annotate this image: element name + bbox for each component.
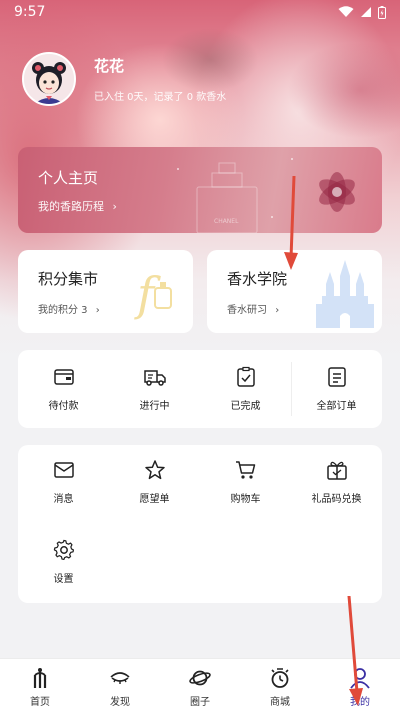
- tab-circle[interactable]: 圈子: [160, 659, 240, 711]
- tab-mine[interactable]: 我的: [320, 659, 400, 711]
- svg-text:CHANEL: CHANEL: [214, 218, 239, 225]
- perfume-academy-subtitle: 香水研习 ›: [227, 305, 280, 316]
- order-pending-payment[interactable]: 待付款: [18, 350, 109, 428]
- perfume-f-decoration: f: [134, 267, 172, 321]
- profile-name: 花花: [94, 57, 125, 75]
- services-panel: 消息 愿望单 购物车 礼品码兑换 设置: [18, 445, 382, 603]
- gift-icon: [326, 461, 347, 480]
- star-icon: [144, 460, 165, 480]
- bottom-tab-bar: 首页 发现 圈子 商城 我的: [0, 658, 400, 711]
- points-market-title: 积分集市: [38, 270, 99, 288]
- status-time: 9:57: [14, 4, 46, 20]
- perfume-bottle-decoration: CHANEL: [177, 158, 355, 233]
- service-cart[interactable]: 购物车: [200, 459, 291, 539]
- profile-icon: [350, 668, 370, 689]
- chevron-right-icon: ›: [275, 305, 280, 316]
- svg-text:f: f: [134, 267, 161, 321]
- eye-icon: [110, 672, 130, 684]
- home-icon: [33, 668, 47, 688]
- order-completed[interactable]: 已完成: [200, 350, 291, 428]
- personal-home-title: 个人主页: [38, 169, 99, 187]
- tab-home[interactable]: 首页: [0, 659, 80, 711]
- service-settings[interactable]: 设置: [18, 539, 109, 619]
- gear-icon: [53, 539, 74, 561]
- perfume-academy-title: 香水学院: [227, 270, 288, 288]
- points-market-card[interactable]: f 积分集市 我的积分 3 ›: [18, 250, 193, 333]
- mail-icon: [53, 462, 74, 478]
- service-messages[interactable]: 消息: [18, 459, 109, 539]
- shop-icon: [271, 668, 289, 688]
- tab-shop[interactable]: 商城: [240, 659, 320, 711]
- order-all[interactable]: 全部订单: [291, 350, 382, 428]
- signal-icon: [361, 7, 371, 17]
- orders-panel: 待付款 进行中 已完成 全部订单: [18, 350, 382, 428]
- points-market-subtitle: 我的积分 3 ›: [38, 305, 100, 316]
- truck-icon: [143, 370, 166, 386]
- chevron-right-icon: ›: [112, 200, 117, 213]
- perfume-academy-card[interactable]: 香水学院 香水研习 ›: [207, 250, 382, 333]
- service-gift-code[interactable]: 礼品码兑换: [291, 459, 382, 539]
- tab-discover[interactable]: 发现: [80, 659, 160, 711]
- list-icon: [327, 367, 346, 387]
- cart-icon: [235, 461, 255, 479]
- personal-home-card[interactable]: CHANEL 个人主页 我的香路历程 ›: [18, 147, 382, 233]
- order-in-progress[interactable]: 进行中: [109, 350, 200, 428]
- castle-icon: [316, 260, 374, 328]
- clipboard-check-icon: [236, 366, 255, 387]
- battery-icon: [378, 5, 386, 19]
- profile-header[interactable]: 花花 已入住 0天，记录了 0 款香水: [22, 52, 226, 106]
- planet-icon: [189, 670, 211, 686]
- wallet-icon: [53, 369, 74, 385]
- profile-summary: 已入住 0天，记录了 0 款香水: [94, 92, 227, 103]
- avatar[interactable]: [22, 52, 76, 106]
- personal-home-subtitle: 我的香路历程 ›: [38, 200, 117, 213]
- status-bar: 9:57: [0, 0, 400, 24]
- wifi-icon: [338, 6, 354, 17]
- service-wishlist[interactable]: 愿望单: [109, 459, 200, 539]
- chevron-right-icon: ›: [95, 305, 100, 316]
